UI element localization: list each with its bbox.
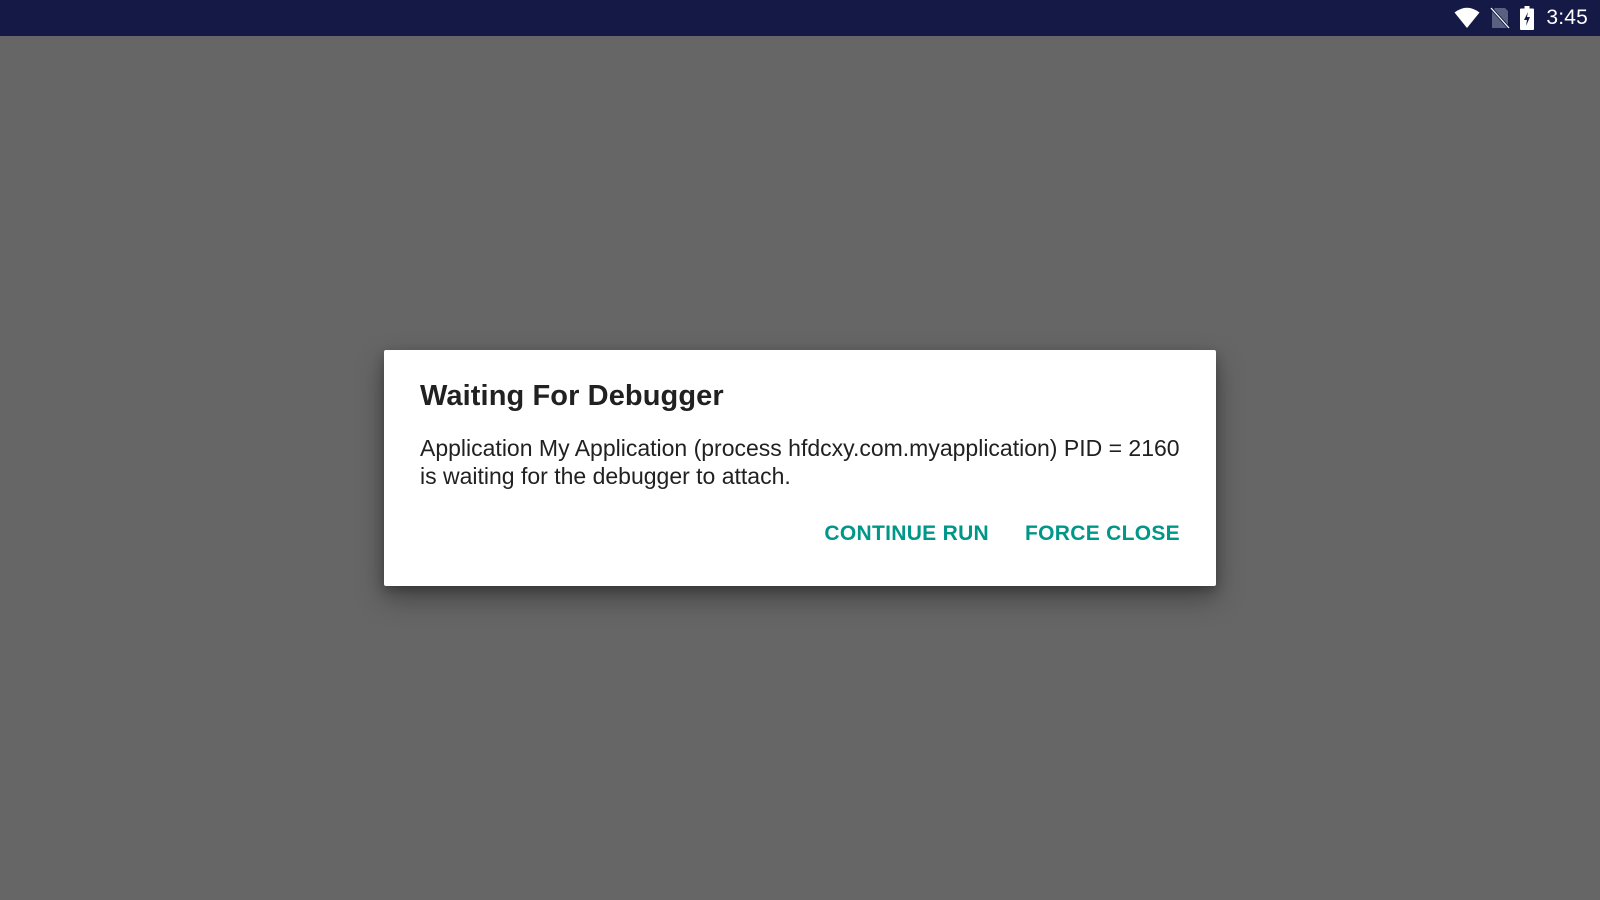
wifi-icon bbox=[1454, 7, 1480, 29]
no-sim-icon bbox=[1490, 7, 1511, 29]
force-close-button[interactable]: FORCE CLOSE bbox=[1025, 522, 1180, 546]
battery-charging-icon bbox=[1520, 6, 1535, 30]
continue-run-button[interactable]: CONTINUE RUN bbox=[824, 522, 989, 546]
dialog-title: Waiting For Debugger bbox=[420, 380, 724, 412]
status-time: 3:45 bbox=[1546, 6, 1588, 29]
status-icons: 3:45 bbox=[1454, 0, 1588, 36]
dialog-message: Application My Application (process hfdc… bbox=[420, 435, 1180, 489]
debugger-dialog: Waiting For Debugger Application My Appl… bbox=[384, 350, 1216, 586]
dialog-actions: CONTINUE RUN FORCE CLOSE bbox=[824, 522, 1180, 546]
status-bar: 3:45 bbox=[0, 0, 1600, 36]
